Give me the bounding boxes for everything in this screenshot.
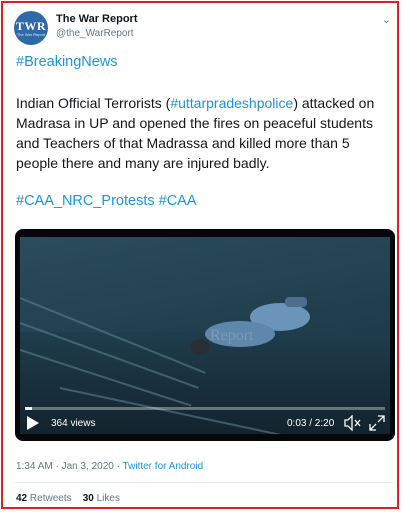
tweet-header: TWR The War Report The War Report @the_W… xyxy=(14,11,394,47)
display-name[interactable]: The War Report xyxy=(56,13,138,25)
tweet-text: Indian Official Terrorists (#uttarprades… xyxy=(16,93,392,173)
divider xyxy=(15,482,393,483)
video-player[interactable]: Report 364 views 0:03 / 2:20 xyxy=(15,229,395,441)
hashtag-link[interactable]: #uttarpradeshpolice xyxy=(170,95,293,111)
play-icon[interactable] xyxy=(27,416,39,430)
tweet-stats: 42 Retweets 30 Likes xyxy=(16,493,120,504)
user-handle[interactable]: @the_WarReport xyxy=(56,28,134,39)
view-count: 364 views xyxy=(51,418,96,429)
avatar[interactable]: TWR The War Report xyxy=(14,11,48,45)
retweets-count[interactable]: 42 xyxy=(16,493,27,504)
hashtag-breaking-news[interactable]: #BreakingNews xyxy=(16,54,118,70)
likes-count[interactable]: 30 xyxy=(83,493,94,504)
video-progress-bar[interactable] xyxy=(25,407,385,410)
tweet-timestamp[interactable]: 1:34 AM · Jan 3, 2020 · xyxy=(16,461,123,472)
video-watermark: Report xyxy=(210,327,254,344)
tweet-source-app[interactable]: Twitter for Android xyxy=(123,461,204,472)
video-frame[interactable]: Report xyxy=(20,237,390,434)
video-person-figure xyxy=(190,297,310,355)
retweets-label[interactable]: Retweets xyxy=(30,493,72,504)
tweet-text-part1: Indian Official Terrorists ( xyxy=(16,95,171,111)
video-controls: 364 views 0:03 / 2:20 xyxy=(15,414,395,436)
fullscreen-icon[interactable] xyxy=(369,415,385,431)
chevron-down-icon[interactable]: ⌄ xyxy=(382,13,391,26)
tweet-card: TWR The War Report The War Report @the_W… xyxy=(1,1,399,509)
avatar-logo-subtext: The War Report xyxy=(16,31,46,37)
video-time: 0:03 / 2:20 xyxy=(287,418,335,429)
video-progress-fill xyxy=(25,407,33,410)
tweet-meta: 1:34 AM · Jan 3, 2020 · Twitter for Andr… xyxy=(16,461,203,472)
likes-label[interactable]: Likes xyxy=(97,493,120,504)
mute-icon[interactable] xyxy=(344,415,362,431)
avatar-logo-text: TWR xyxy=(15,18,47,33)
hashtag-list[interactable]: #CAA_NRC_Protests #CAA xyxy=(16,193,197,209)
